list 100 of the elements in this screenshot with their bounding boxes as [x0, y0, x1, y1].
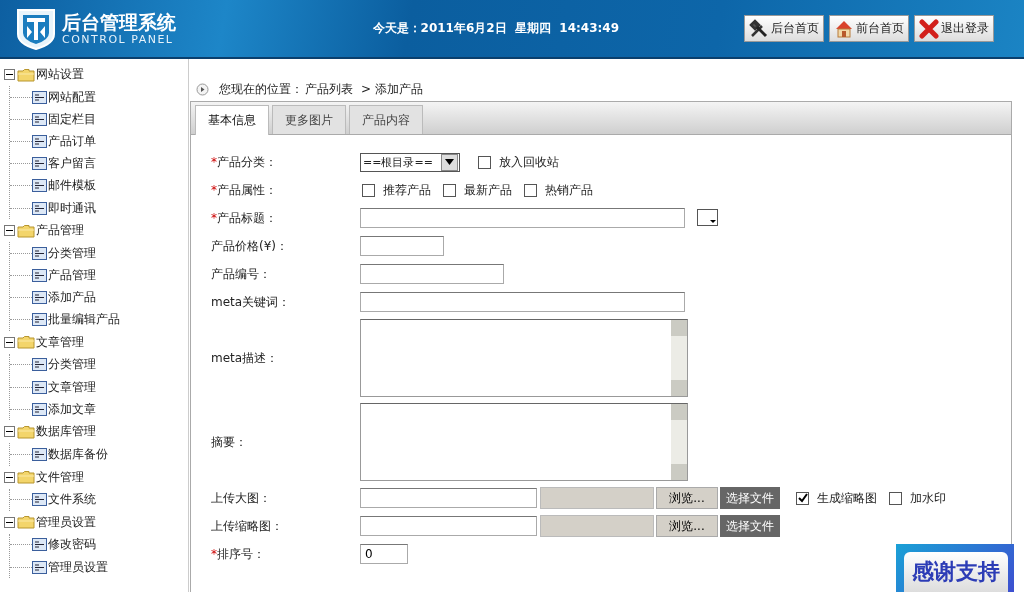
sidebar-item[interactable]: 文章管理: [48, 378, 96, 396]
sidebar-item[interactable]: 邮件模板: [48, 177, 96, 195]
field-label: 摘要：: [211, 433, 248, 451]
breadcrumb-item[interactable]: 产品列表: [305, 80, 353, 98]
sidebar-item[interactable]: 文件系统: [48, 491, 96, 509]
tab[interactable]: 更多图片: [272, 105, 346, 134]
file-field[interactable]: [540, 515, 654, 537]
caret-icon: [445, 159, 454, 165]
breadcrumb-item[interactable]: > 添加产品: [361, 80, 423, 98]
page-icon: [32, 291, 47, 305]
sidebar-group[interactable]: 文章管理: [36, 333, 84, 351]
field-label: 上传缩略图：: [211, 517, 284, 535]
sidebar-item[interactable]: 修改密码: [48, 536, 96, 554]
header-button[interactable]: 前台首页: [829, 15, 909, 42]
checkbox-label: 热销产品: [545, 181, 593, 199]
page-icon: [32, 560, 47, 574]
page-icon: [32, 90, 47, 104]
sidebar-item[interactable]: 网站配置: [48, 88, 96, 106]
checkbox-label: 放入回收站: [499, 153, 559, 171]
sidebar-item[interactable]: 数据库备份: [48, 446, 108, 464]
sort-input[interactable]: 0: [360, 544, 408, 564]
sidebar-item[interactable]: 产品管理: [48, 266, 96, 284]
text-area[interactable]: [360, 403, 688, 481]
logo-subtitle: CONTROL PANEL: [62, 33, 175, 46]
page-icon: [32, 358, 47, 372]
choose-file-button[interactable]: 选择文件: [720, 515, 780, 537]
tab[interactable]: 产品内容: [349, 105, 423, 134]
collapse-icon[interactable]: [4, 69, 15, 80]
field-label: *产品标题：: [211, 209, 278, 227]
checkbox-label: 生成缩略图: [817, 489, 877, 507]
sidebar-item[interactable]: 批量编辑产品: [48, 311, 120, 329]
arrow-circle-icon: [196, 82, 209, 96]
keywords-input[interactable]: [360, 292, 685, 312]
checkbox[interactable]: [524, 183, 537, 197]
checkbox[interactable]: [796, 491, 809, 505]
folder-icon: [17, 335, 35, 350]
sidebar-group[interactable]: 产品管理: [36, 222, 84, 240]
code-input[interactable]: [360, 264, 504, 284]
page-icon: [32, 538, 47, 552]
collapse-icon[interactable]: [4, 336, 15, 348]
folder-icon: [17, 67, 35, 82]
checkbox[interactable]: [362, 183, 375, 197]
field-label: 产品编号：: [211, 265, 272, 283]
file-path-input[interactable]: [360, 516, 537, 536]
tab[interactable]: 基本信息: [195, 105, 269, 135]
folder-icon: [17, 223, 35, 238]
page-icon: [32, 380, 47, 394]
logo-title: 后台管理系统: [62, 11, 176, 33]
sidebar-item[interactable]: 固定栏目: [48, 110, 96, 128]
sidebar-item[interactable]: 客户留言: [48, 155, 96, 173]
sidebar-item[interactable]: 即时通讯: [48, 199, 96, 217]
checkbox[interactable]: [478, 155, 491, 169]
sidebar-group[interactable]: 管理员设置: [36, 513, 96, 531]
collapse-icon[interactable]: [4, 516, 15, 528]
sidebar-item[interactable]: 添加产品: [48, 289, 96, 307]
field-label: *产品属性：: [211, 181, 278, 199]
folder-icon: [17, 470, 35, 485]
sidebar-item[interactable]: 分类管理: [48, 356, 96, 374]
price-input[interactable]: [360, 236, 444, 256]
page-icon: [32, 493, 47, 507]
checkbox[interactable]: [443, 183, 456, 197]
field-label: *产品分类：: [211, 153, 278, 171]
page-icon: [32, 246, 47, 260]
sidebar-item[interactable]: 管理员设置: [48, 558, 108, 576]
title-input[interactable]: [360, 208, 685, 228]
sidebar-group[interactable]: 文件管理: [36, 468, 84, 486]
header-button[interactable]: 后台首页: [744, 15, 824, 42]
collapse-icon[interactable]: [4, 426, 15, 438]
checkbox[interactable]: [889, 491, 902, 505]
page-icon: [32, 201, 47, 215]
field-label: *排序号：: [211, 545, 266, 563]
page-icon: [32, 448, 47, 462]
field-label: 产品价格(¥)：: [211, 237, 289, 255]
collapse-icon[interactable]: [4, 471, 15, 483]
tools-icon: [749, 18, 769, 39]
browse-button[interactable]: 浏览...: [656, 487, 718, 509]
checkbox-label: 加水印: [910, 489, 946, 507]
sidebar-item[interactable]: 添加文章: [48, 400, 96, 418]
sidebar-item[interactable]: 分类管理: [48, 244, 96, 262]
category-select[interactable]: ==根目录==: [360, 152, 460, 172]
sidebar-group[interactable]: 网站设置: [36, 66, 84, 83]
date-text: 今天是：2011年6月2日 星期四 14:43:49: [372, 20, 621, 37]
collapse-icon[interactable]: [4, 225, 15, 237]
sidebar-group[interactable]: 数据库管理: [36, 423, 96, 441]
text-area[interactable]: [360, 319, 688, 397]
checkbox-label: 最新产品: [464, 181, 512, 199]
header-button[interactable]: 退出登录: [914, 15, 994, 42]
page-icon: [32, 313, 47, 327]
browse-button[interactable]: 浏览...: [656, 515, 718, 537]
folder-icon: [17, 424, 35, 439]
file-field[interactable]: [540, 487, 654, 509]
sidebar-item[interactable]: 产品订单: [48, 132, 96, 150]
field-label: meta关键词：: [211, 293, 292, 311]
page-icon: [32, 134, 47, 148]
house-icon: [834, 18, 854, 39]
choose-file-button[interactable]: 选择文件: [720, 487, 780, 509]
file-path-input[interactable]: [360, 488, 537, 508]
dropdown-square-icon[interactable]: [697, 209, 719, 227]
page-icon: [32, 157, 47, 171]
support-badge[interactable]: 感谢支持: [896, 544, 1014, 592]
